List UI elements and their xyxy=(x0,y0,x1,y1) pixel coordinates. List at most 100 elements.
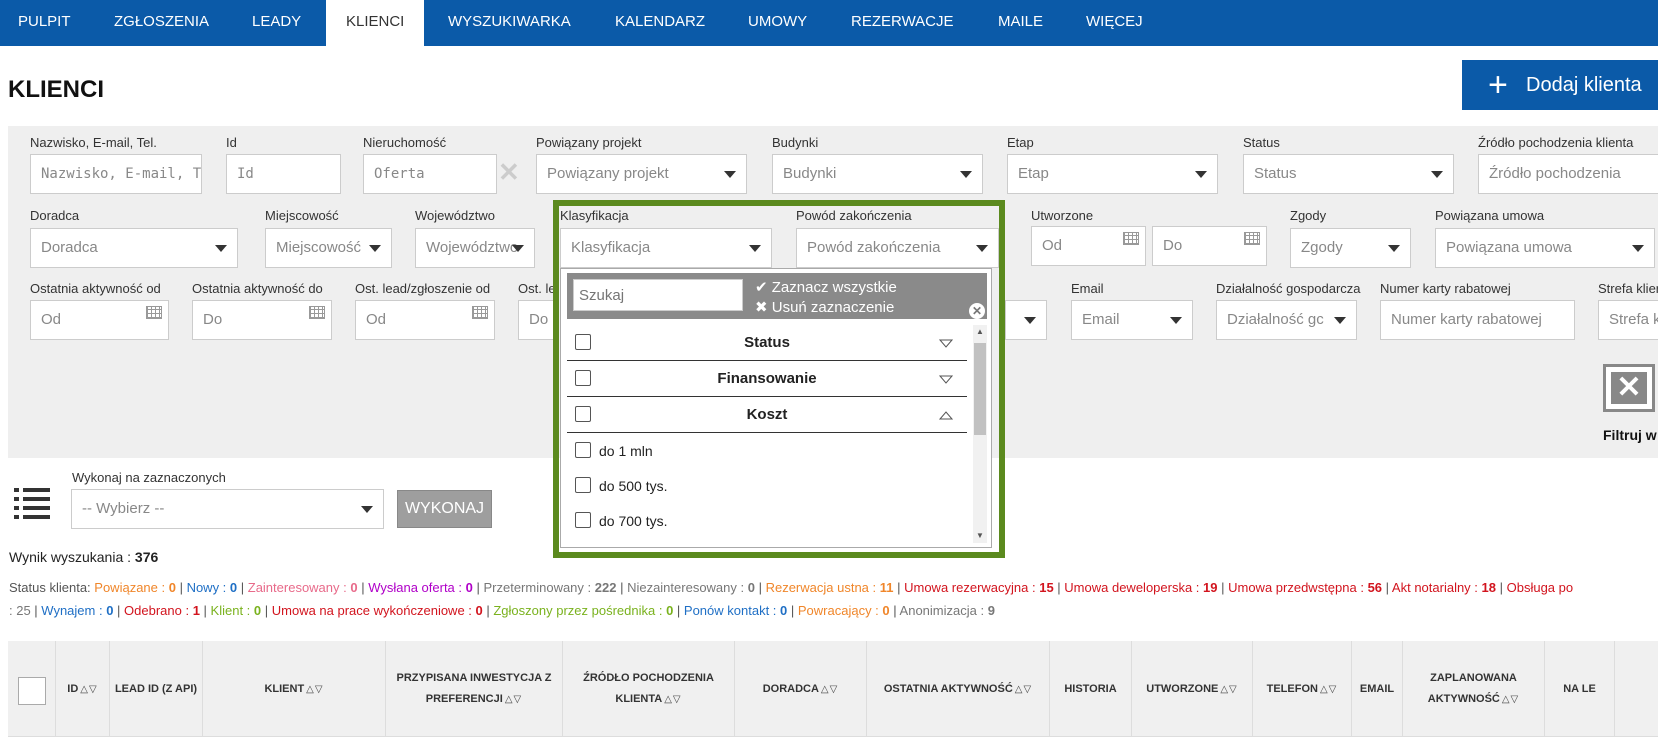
sort-icon[interactable]: △▽ xyxy=(1320,679,1337,700)
status-link[interactable]: Niezainteresowany : 0 xyxy=(627,580,755,595)
status-link[interactable]: Powracający : 0 xyxy=(798,603,890,618)
column-header[interactable]: ID △▽ xyxy=(56,641,110,737)
sort-icon[interactable]: △▽ xyxy=(80,679,97,700)
column-header[interactable]: UTWORZONE △▽ xyxy=(1132,641,1253,737)
sort-icon[interactable]: △▽ xyxy=(1502,689,1519,710)
status-link[interactable]: Umowa przedwstępna : 56 xyxy=(1228,580,1382,595)
status-link[interactable]: Obsługa po xyxy=(1507,580,1574,595)
column-header[interactable]: KLIENT △▽ xyxy=(203,641,386,737)
execute-button[interactable]: WYKONAJ xyxy=(397,490,492,528)
list-item[interactable]: do 1 mln xyxy=(567,433,967,468)
column-header[interactable]: ZAPLANOWANA AKTYWNOŚĆ △▽ xyxy=(1403,641,1545,737)
lead-od-input[interactable]: Od xyxy=(355,300,495,340)
lead-do-input[interactable]: Do xyxy=(518,300,558,340)
column-header[interactable]: DORADCA △▽ xyxy=(735,641,867,737)
zrodlo-input[interactable]: Źródło pochodzenia xyxy=(1478,154,1658,194)
email-select[interactable]: Email xyxy=(1071,300,1193,340)
select-all-link[interactable]: ✔ Zaznacz wszystkie xyxy=(755,278,897,296)
sort-icon[interactable]: △▽ xyxy=(821,679,838,700)
calendar-icon[interactable] xyxy=(1244,232,1260,245)
group-koszt[interactable]: Koszt xyxy=(567,397,967,433)
wojewodztwo-select[interactable]: Województwo xyxy=(415,228,535,268)
status-link[interactable]: Akt notarialny : 18 xyxy=(1392,580,1496,595)
item-checkbox[interactable] xyxy=(575,442,591,458)
nav-item-pulpit[interactable]: PULPIT xyxy=(0,0,88,46)
column-header[interactable]: OSTATNIA AKTYWNOŚĆ △▽ xyxy=(867,641,1050,737)
list-icon[interactable] xyxy=(14,486,50,520)
list-item[interactable]: do 500 tys. xyxy=(567,468,967,503)
name-email-tel-input[interactable]: Nazwisko, E-mail, Tel. xyxy=(30,154,202,194)
close-circle-icon[interactable]: ✕ xyxy=(969,303,985,319)
status-link[interactable]: Umowa na prace wykończeniowe : 0 xyxy=(272,603,483,618)
status-link[interactable]: Umowa deweloperska : 19 xyxy=(1064,580,1217,595)
sort-icon[interactable]: △▽ xyxy=(1015,679,1032,700)
status-link[interactable]: Klient : 0 xyxy=(211,603,262,618)
column-header[interactable]: ŹRÓDŁO POCHODZENIA KLIENTA △▽ xyxy=(563,641,735,737)
nav-item-maile[interactable]: MAILE xyxy=(980,0,1064,46)
karta-input[interactable]: Numer karty rabatowej xyxy=(1380,300,1575,340)
nav-item-umowy[interactable]: UMOWY xyxy=(730,0,820,46)
id-input[interactable]: Id xyxy=(226,154,341,194)
budynki-select[interactable]: Budynki xyxy=(772,154,983,194)
calendar-icon[interactable] xyxy=(309,306,325,319)
hidden-select[interactable] xyxy=(1005,300,1047,340)
status-link[interactable]: Zainteresowany : 0 xyxy=(248,580,358,595)
aktywnosc-od-input[interactable]: Od xyxy=(30,300,169,340)
sort-icon[interactable]: △▽ xyxy=(1220,679,1237,700)
scroll-down-icon[interactable]: ▼ xyxy=(976,531,984,540)
nav-item-leady[interactable]: LEADY xyxy=(234,0,318,46)
dropdown-scrollbar[interactable]: ▲ ▼ xyxy=(973,325,987,543)
scrollbar-thumb[interactable] xyxy=(974,343,986,435)
calendar-icon[interactable] xyxy=(472,306,488,319)
add-client-button[interactable]: + Dodaj klienta xyxy=(1462,60,1658,110)
bulk-action-select[interactable]: -- Wybierz -- xyxy=(71,489,384,529)
strefa-input[interactable]: Strefa k xyxy=(1598,300,1658,340)
status-link[interactable]: Wynajem : 0 xyxy=(41,603,113,618)
status-link[interactable]: Zgłoszony przez pośrednika : 0 xyxy=(493,603,673,618)
status-link[interactable]: Wysłana oferta : 0 xyxy=(368,580,473,595)
column-header[interactable]: PRZYPISANA INWESTYCJA Z PREFERENCJI △▽ xyxy=(386,641,563,737)
utworzone-do-input[interactable]: Do xyxy=(1152,226,1267,266)
aktywnosc-do-input[interactable]: Do xyxy=(192,300,332,340)
select-all-checkbox[interactable] xyxy=(18,677,46,705)
dropdown-search-input[interactable] xyxy=(573,279,743,311)
group-finansowanie[interactable]: Finansowanie xyxy=(567,361,967,397)
status-link[interactable]: Rezerwacja ustna : 11 xyxy=(766,580,894,595)
group-status[interactable]: Status xyxy=(567,325,967,361)
status-link[interactable]: Powiązane : 0 xyxy=(94,580,176,595)
item-checkbox[interactable] xyxy=(575,477,591,493)
list-item[interactable]: do 700 tys. xyxy=(567,503,967,538)
zgody-select[interactable]: Zgody xyxy=(1290,228,1411,268)
dzialalnosc-select[interactable]: Działalność gc xyxy=(1216,300,1357,340)
status-link[interactable]: Ponów kontakt : 0 xyxy=(684,603,787,618)
item-checkbox[interactable] xyxy=(575,512,591,528)
umowa-select[interactable]: Powiązana umowa xyxy=(1435,228,1655,268)
nav-item-klienci[interactable]: KLIENCI xyxy=(326,0,424,46)
etap-select[interactable]: Etap xyxy=(1007,154,1218,194)
sort-icon[interactable]: △▽ xyxy=(664,689,681,710)
utworzone-od-input[interactable]: Od xyxy=(1031,226,1146,266)
scroll-up-icon[interactable]: ▲ xyxy=(976,327,984,336)
doradca-select[interactable]: Doradca xyxy=(30,228,238,268)
nav-item-wyszukiwarka[interactable]: WYSZUKIWARKA xyxy=(430,0,590,46)
status-link[interactable]: Nowy : 0 xyxy=(187,580,238,595)
filter-button[interactable]: ✕ xyxy=(1603,364,1655,412)
status-link[interactable]: Przeterminowany : 222 xyxy=(483,580,616,595)
status-link[interactable]: Odebrano : 1 xyxy=(124,603,200,618)
status-link[interactable]: Anonimizacja : 9 xyxy=(900,603,995,618)
nav-item-rezerwacje[interactable]: REZERWACJE xyxy=(833,0,968,46)
nav-item-zgloszenia[interactable]: ZGŁOSZENIA xyxy=(96,0,222,46)
status-link[interactable]: Umowa rezerwacyjna : 15 xyxy=(904,580,1054,595)
sort-icon[interactable]: △▽ xyxy=(306,679,323,700)
nav-item-kalendarz[interactable]: KALENDARZ xyxy=(597,0,727,46)
clear-selection-link[interactable]: ✖ Usuń zaznaczenie xyxy=(755,298,894,316)
oferta-input[interactable]: Oferta xyxy=(363,154,497,194)
calendar-icon[interactable] xyxy=(1123,232,1139,245)
status-select[interactable]: Status xyxy=(1243,154,1454,194)
miejscowosc-select[interactable]: Miejscowość xyxy=(265,228,392,268)
clear-oferta-icon[interactable]: ✕ xyxy=(498,157,520,188)
column-header[interactable]: TELEFON △▽ xyxy=(1253,641,1352,737)
sort-icon[interactable]: △▽ xyxy=(505,689,522,710)
nav-item-wiecej[interactable]: WIĘCEJ xyxy=(1068,0,1168,46)
calendar-icon[interactable] xyxy=(146,306,162,319)
